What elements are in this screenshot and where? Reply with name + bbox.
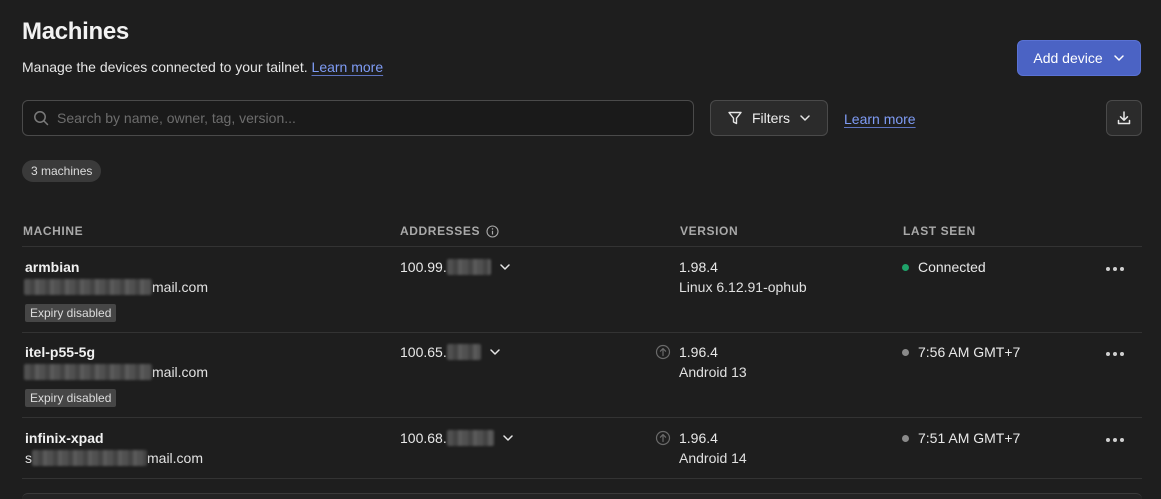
machine-address: 100.68. — [400, 430, 514, 446]
table-row[interactable]: infinix-xpad s mail.com 100.68. 1.96.4 A… — [0, 418, 1161, 499]
filters-learn-more-link[interactable]: Learn more — [844, 111, 916, 127]
download-button[interactable] — [1106, 100, 1142, 136]
row-divider — [22, 478, 1142, 479]
redacted-text — [446, 259, 491, 275]
machine-name[interactable]: armbian — [25, 259, 79, 275]
machine-count-badge: 3 machines — [22, 160, 102, 182]
info-icon[interactable] — [486, 224, 499, 238]
page-subtitle: Manage the devices connected to your tai… — [22, 59, 383, 75]
redacted-text — [446, 344, 481, 360]
client-version: 1.98.4 — [679, 259, 718, 275]
machine-address: 100.65. — [400, 344, 501, 360]
status-dot-connected — [902, 263, 909, 271]
column-header-machine[interactable]: MACHINE — [23, 224, 83, 238]
client-version: 1.96.4 — [679, 344, 718, 360]
page-title: Machines — [22, 18, 129, 45]
table-row[interactable]: itel-p55-5g mail.com Expiry disabled 100… — [0, 332, 1161, 418]
machine-owner-email: s mail.com — [24, 450, 203, 466]
machine-name[interactable]: itel-p55-5g — [25, 344, 95, 360]
update-available-icon — [655, 344, 671, 365]
email-prefix: s — [25, 450, 32, 466]
last-seen-text: 7:51 AM GMT+7 — [918, 430, 1021, 446]
filters-label: Filters — [751, 110, 791, 126]
column-header-addresses[interactable]: ADDRESSES — [400, 224, 499, 238]
more-options-icon[interactable] — [1103, 263, 1127, 275]
os-version: Linux 6.12.91-ophub — [679, 279, 807, 295]
addresses-header-label: ADDRESSES — [400, 224, 481, 238]
email-suffix: mail.com — [152, 279, 209, 295]
search-icon — [33, 110, 49, 126]
add-device-button[interactable]: Add device — [1017, 40, 1141, 76]
last-seen: 7:56 AM GMT+7 — [902, 344, 1020, 360]
address-expand-chevron-icon[interactable] — [489, 346, 501, 358]
more-options-icon[interactable] — [1103, 348, 1127, 360]
address-text: 100.68. — [400, 430, 447, 446]
redacted-text — [446, 430, 494, 446]
learn-more-link[interactable]: Learn more — [312, 59, 384, 75]
column-header-last-seen[interactable]: LAST SEEN — [903, 224, 976, 238]
bottom-panel-edge — [22, 493, 1142, 499]
address-text: 100.65. — [400, 344, 447, 360]
table-row[interactable]: armbian mail.com Expiry disabled 100.99.… — [0, 247, 1161, 333]
os-version: Android 13 — [679, 364, 747, 380]
redacted-text — [24, 364, 152, 380]
status-dot-offline — [902, 434, 909, 442]
os-version: Android 14 — [679, 450, 747, 466]
email-suffix: mail.com — [147, 450, 204, 466]
chevron-down-icon — [799, 112, 811, 124]
subtitle-text: Manage the devices connected to your tai… — [22, 59, 308, 75]
expiry-badge: Expiry disabled — [25, 389, 117, 407]
search-input[interactable] — [57, 110, 693, 126]
filter-icon — [727, 110, 743, 126]
machine-address: 100.99. — [400, 259, 511, 275]
address-expand-chevron-icon[interactable] — [502, 432, 514, 444]
address-text: 100.99. — [400, 259, 447, 275]
column-header-version[interactable]: VERSION — [680, 224, 738, 238]
search-box[interactable] — [22, 100, 694, 136]
last-seen: 7:51 AM GMT+7 — [902, 430, 1020, 446]
update-available-icon — [655, 430, 671, 451]
last-seen: Connected — [902, 259, 986, 275]
add-device-label: Add device — [1033, 50, 1103, 66]
redacted-text — [32, 450, 147, 466]
email-suffix: mail.com — [152, 364, 209, 380]
chevron-down-icon — [1113, 52, 1125, 64]
status-dot-offline — [902, 348, 909, 356]
machine-owner-email: mail.com — [24, 279, 208, 295]
expiry-badge: Expiry disabled — [25, 304, 117, 322]
redacted-text — [24, 279, 152, 295]
last-seen-text: Connected — [918, 259, 986, 275]
filters-button[interactable]: Filters — [710, 100, 828, 136]
client-version: 1.96.4 — [679, 430, 718, 446]
more-options-icon[interactable] — [1103, 434, 1127, 446]
machine-name[interactable]: infinix-xpad — [25, 430, 104, 446]
download-icon — [1116, 110, 1132, 126]
machine-owner-email: mail.com — [24, 364, 208, 380]
last-seen-text: 7:56 AM GMT+7 — [918, 344, 1021, 360]
address-expand-chevron-icon[interactable] — [499, 261, 511, 273]
